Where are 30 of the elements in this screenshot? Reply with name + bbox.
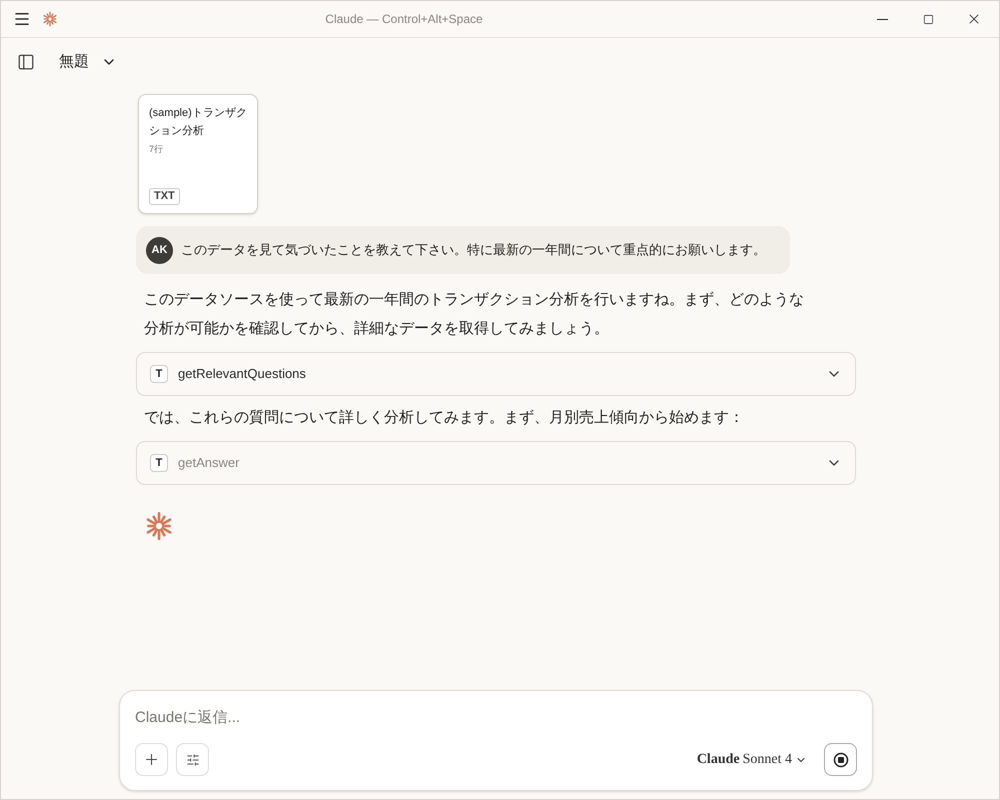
window-title: Claude — Control+Alt+Space (325, 11, 483, 28)
file-type-badge: TXT (149, 188, 180, 205)
settings-button[interactable] (176, 743, 209, 776)
maximize-icon (922, 14, 934, 24)
sliders-icon (186, 752, 200, 766)
tool-name: getAnswer (178, 454, 240, 472)
assistant-message-text: では、これらの質問について詳しく分析してみます。まず、月別売上傾向から始めます： (143, 408, 745, 428)
attachment-name: (sample)トランザクション分析 (149, 106, 247, 139)
attachment-card[interactable]: (sample)トランザクション分析 7行 TXT (138, 94, 258, 214)
stop-icon (832, 752, 848, 768)
menu-button[interactable] (13, 10, 31, 28)
stop-button[interactable] (824, 743, 857, 776)
tool-badge: T (150, 365, 168, 383)
assistant-message-text: このデータソースを使って最新の一年間のトランザクション分析を行いますね。まず、どのような分析が可能かを確認してから、詳細なデータを取得してみましょう。 (143, 290, 805, 339)
model-selector[interactable]: Claude Sonnet 4 (696, 749, 807, 770)
tool-name: getRelevantQuestions (178, 365, 306, 384)
sidebar-toggle-button[interactable] (16, 52, 36, 72)
attachment-meta: 7行 (149, 143, 164, 156)
message-input[interactable]: Claudeに返信... (135, 707, 857, 730)
tool-badge: T (150, 454, 168, 472)
user-message-text: このデータを見て気づいたことを教えて下さい。特に最新の一年間について重点的にお願いします。 (181, 241, 766, 260)
user-avatar: AK (146, 236, 173, 264)
tool-call-row[interactable]: T getRelevantQuestions (136, 352, 856, 396)
logo-icon (41, 10, 59, 28)
plus-icon (143, 751, 160, 768)
minimize-icon (876, 18, 888, 20)
sidebar-icon (17, 53, 35, 71)
menu-icon (13, 10, 31, 28)
tool-call-row[interactable]: T getAnswer (136, 441, 856, 485)
conversation-title-button[interactable]: 無題 (59, 50, 117, 74)
